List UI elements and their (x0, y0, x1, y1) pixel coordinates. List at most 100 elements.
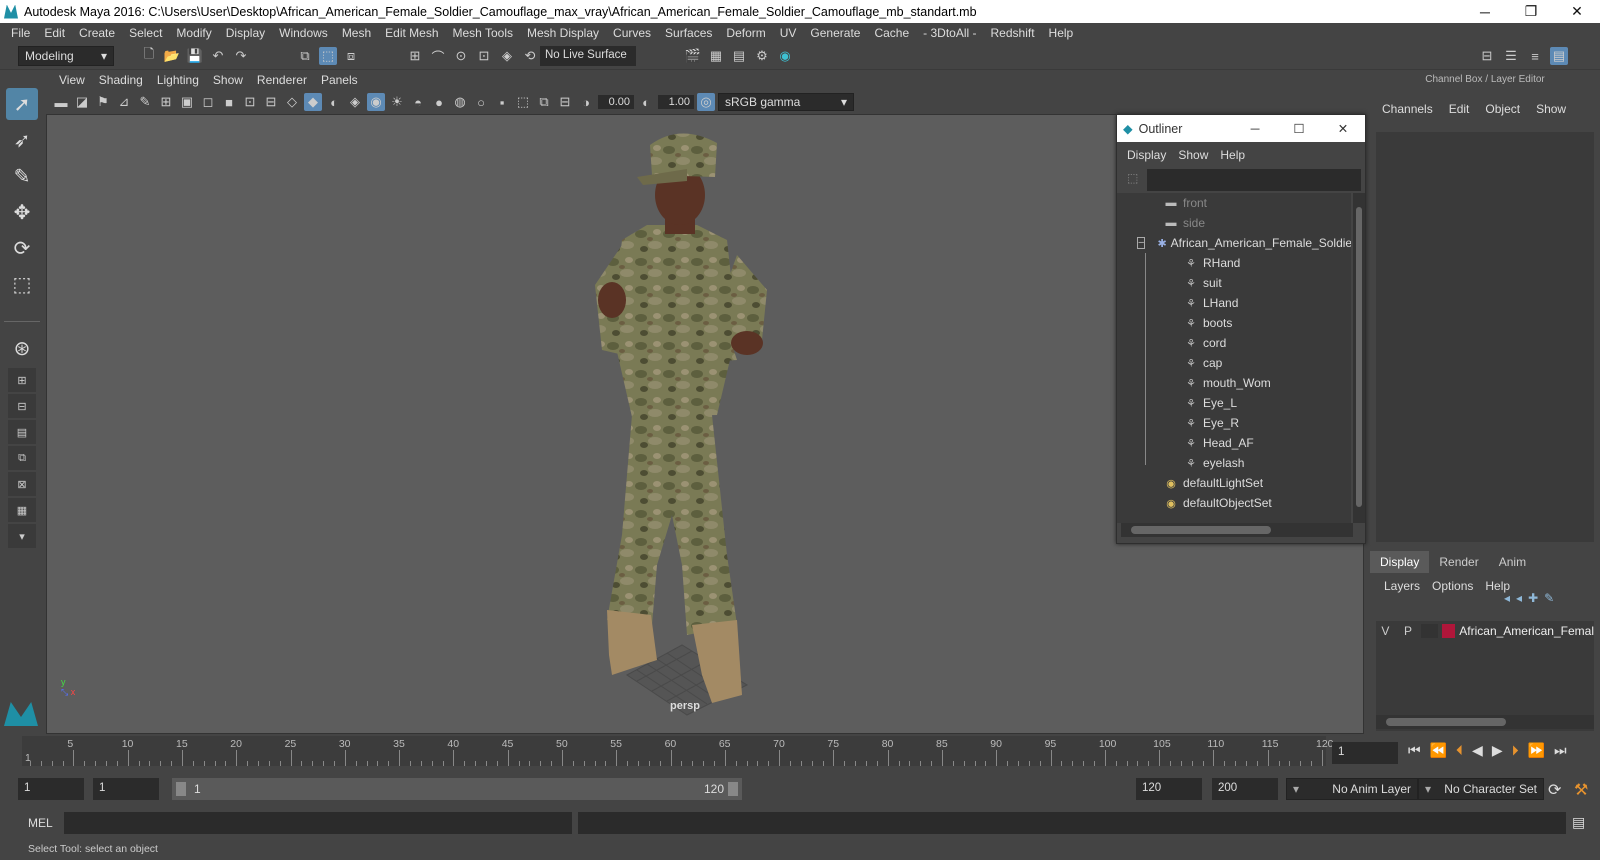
outliner-item[interactable]: ⚘ Eye_L (1117, 393, 1351, 413)
outliner-item[interactable]: ⚘ suit (1117, 273, 1351, 293)
auto-key-icon[interactable]: ⟳ (1548, 780, 1561, 800)
single-pane-layout-icon[interactable]: ⊞ (8, 368, 36, 392)
collapse-icon[interactable]: − (1137, 237, 1146, 249)
snap-curve-icon[interactable]: ⌒ (429, 47, 447, 65)
channel-menu-show[interactable]: Show (1530, 102, 1572, 116)
menu-display[interactable]: Display (219, 26, 272, 40)
xray-icon[interactable]: ⧉ (535, 93, 553, 111)
character-set-dropdown[interactable]: ▾ No Character Set (1418, 778, 1544, 800)
move-layer-down-icon[interactable]: ◂ (1516, 591, 1522, 605)
scale-tool-icon[interactable]: ⬚ (6, 268, 38, 300)
layer-menu-layers[interactable]: Layers (1378, 579, 1426, 593)
outliner-item[interactable]: ▬ side (1117, 213, 1351, 233)
select-component-icon[interactable]: ⧈ (342, 47, 360, 65)
outliner-close-button[interactable]: ✕ (1321, 121, 1365, 136)
command-language-label[interactable]: MEL (28, 816, 53, 830)
outliner-maximize-button[interactable]: ☐ (1277, 121, 1321, 136)
textured-icon[interactable]: ◈ (346, 93, 364, 111)
viewport-menu-shading[interactable]: Shading (92, 73, 150, 87)
outliner-item[interactable]: ◉ defaultObjectSet (1117, 493, 1351, 513)
outliner-search-input[interactable] (1147, 169, 1361, 191)
range-start-handle[interactable] (176, 782, 186, 796)
playback-end-field[interactable]: 120 (1136, 778, 1202, 800)
snap-surface-icon[interactable]: ◈ (498, 47, 516, 65)
menu-mesh[interactable]: Mesh (335, 26, 378, 40)
outliner-item[interactable]: ⚘ LHand (1117, 293, 1351, 313)
viewport-menu-view[interactable]: View (52, 73, 92, 87)
open-scene-icon[interactable]: 📂 (163, 47, 181, 65)
layer-row[interactable]: V P African_American_Femal (1376, 621, 1594, 641)
channel-menu-edit[interactable]: Edit (1443, 102, 1476, 116)
outliner-item[interactable]: ⚘ RHand (1117, 253, 1351, 273)
graph-layout-icon[interactable]: ⧉ (8, 446, 36, 470)
outliner-item[interactable]: ⚘ Head_AF (1117, 433, 1351, 453)
command-input[interactable] (64, 812, 572, 834)
playback-start-field[interactable]: 1 (93, 778, 159, 800)
layer-menu-options[interactable]: Options (1426, 579, 1479, 593)
wireframe-icon[interactable]: ◇ (283, 93, 301, 111)
menu-edit[interactable]: Edit (37, 26, 72, 40)
modeling-toolkit-icon[interactable]: ⊟ (1478, 47, 1496, 65)
grease-pencil-icon[interactable]: ✎ (136, 93, 154, 111)
menu-3dtoall[interactable]: - 3DtoAll - (916, 26, 983, 40)
go-to-start-icon[interactable]: ⏮ (1408, 742, 1421, 759)
color-management-icon[interactable]: ◎ (697, 93, 715, 111)
menu-edit-mesh[interactable]: Edit Mesh (378, 26, 445, 40)
menu-help[interactable]: Help (1042, 26, 1081, 40)
close-button[interactable]: ✕ (1554, 3, 1600, 20)
render-frame-icon[interactable]: 🎬 (684, 47, 702, 65)
save-scene-icon[interactable]: 💾 (186, 47, 204, 65)
depth-of-field-icon[interactable]: ▪ (493, 93, 511, 111)
move-tool-icon[interactable]: ✥ (6, 196, 38, 228)
channel-box-toggle-icon[interactable]: ▤ (1550, 47, 1568, 65)
tab-display[interactable]: Display (1370, 551, 1430, 573)
motion-blur-icon[interactable]: ◍ (451, 93, 469, 111)
select-tool-icon[interactable]: ➚ (6, 88, 38, 120)
anti-aliasing-icon[interactable]: ○ (472, 93, 490, 111)
four-pane-layout-icon[interactable]: ⊟ (8, 394, 36, 418)
range-slider[interactable]: 1 120 (172, 778, 742, 800)
outliner-layout-icon[interactable]: ▤ (8, 420, 36, 444)
layout-more-icon[interactable]: ▾ (8, 524, 36, 548)
outliner-vertical-scrollbar[interactable] (1353, 193, 1365, 523)
shadows-icon[interactable]: ◓ (409, 93, 427, 111)
viewport-menu-panels[interactable]: Panels (314, 73, 365, 87)
step-back-icon[interactable]: ⏪ (1430, 742, 1447, 759)
rotate-tool-icon[interactable]: ⟳ (6, 232, 38, 264)
render-view-icon[interactable]: ▦ (707, 47, 725, 65)
snap-live-icon[interactable]: ⟲ (521, 47, 539, 65)
layer-color-swatch[interactable] (1442, 624, 1456, 638)
gate-mask-icon[interactable]: ■ (220, 93, 238, 111)
snap-grid-icon[interactable]: ⊞ (406, 47, 424, 65)
redo-icon[interactable]: ↷ (232, 47, 250, 65)
select-object-icon[interactable]: ⬚ (319, 47, 337, 65)
menu-mesh-tools[interactable]: Mesh Tools (446, 26, 520, 40)
channel-menu-channels[interactable]: Channels (1376, 102, 1439, 116)
xray-joints-icon[interactable]: ⊟ (556, 93, 574, 111)
menu-uv[interactable]: UV (773, 26, 804, 40)
lights-icon[interactable]: ☀ (388, 93, 406, 111)
new-scene-icon[interactable]: 🗋 (140, 46, 158, 65)
animation-start-field[interactable]: 1 (18, 778, 84, 800)
last-tool-icon[interactable]: ⊛ (6, 332, 38, 364)
field-chart-icon[interactable]: ⊡ (241, 93, 259, 111)
channel-menu-object[interactable]: Object (1479, 102, 1526, 116)
outliner-item[interactable]: ⚘ mouth_Wom (1117, 373, 1351, 393)
outliner-menu-show[interactable]: Show (1172, 148, 1214, 162)
range-end-handle[interactable] (728, 782, 738, 796)
step-forward-icon[interactable]: ⏩ (1528, 742, 1545, 759)
gamma-icon[interactable]: ◐ (637, 93, 655, 111)
mode-selector[interactable]: Modeling ▾ (18, 46, 114, 66)
lasso-tool-icon[interactable]: ➶ (6, 124, 38, 156)
menu-generate[interactable]: Generate (803, 26, 867, 40)
outliner-item[interactable]: ⚘ eyelash (1117, 453, 1351, 473)
menu-modify[interactable]: Modify (169, 26, 218, 40)
outliner-item[interactable]: ⚘ cap (1117, 353, 1351, 373)
hypershade-icon[interactable]: ◉ (776, 47, 794, 65)
viewport-menu-show[interactable]: Show (206, 73, 250, 87)
menu-curves[interactable]: Curves (606, 26, 658, 40)
exposure-field[interactable]: 0.00 (598, 95, 634, 109)
filter-icon[interactable]: ⬚ (1127, 171, 1138, 185)
ipr-render-icon[interactable]: ▤ (730, 47, 748, 65)
resolution-gate-icon[interactable]: ◻ (199, 93, 217, 111)
